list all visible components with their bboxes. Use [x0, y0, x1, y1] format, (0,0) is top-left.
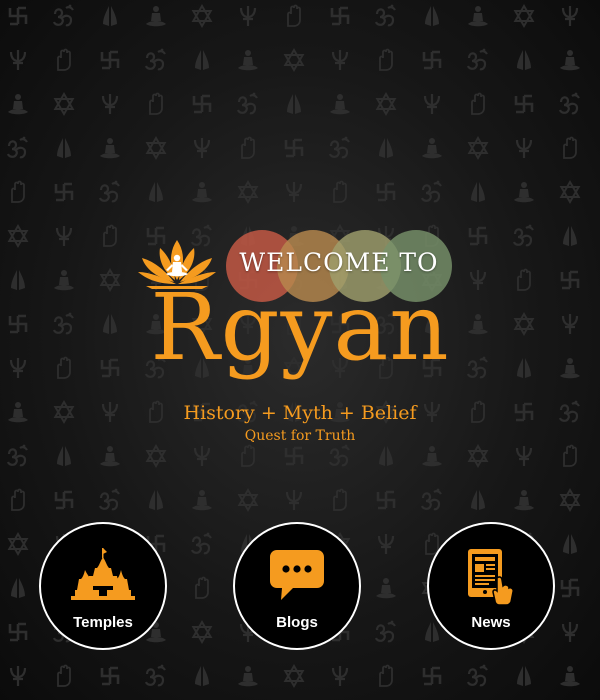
news-label: News — [471, 614, 511, 631]
chat-bubble-icon — [270, 550, 324, 600]
blogs-button[interactable]: Blogs — [233, 522, 361, 650]
news-button[interactable]: News — [427, 522, 555, 650]
temple-icon — [71, 548, 135, 600]
splash-screen: WELCOME TO Rgyan History + Myth + Belief… — [0, 0, 600, 700]
tagline: History + Myth + Belief — [183, 402, 417, 424]
temples-button[interactable]: Temples — [39, 522, 167, 650]
subtagline: Quest for Truth — [244, 428, 356, 444]
brand-title: Rgyan — [150, 274, 450, 381]
welcome-text: WELCOME TO — [239, 248, 439, 277]
temples-label: Temples — [73, 614, 133, 631]
blogs-label: Blogs — [276, 614, 318, 631]
news-tablet-icon — [468, 549, 514, 606]
